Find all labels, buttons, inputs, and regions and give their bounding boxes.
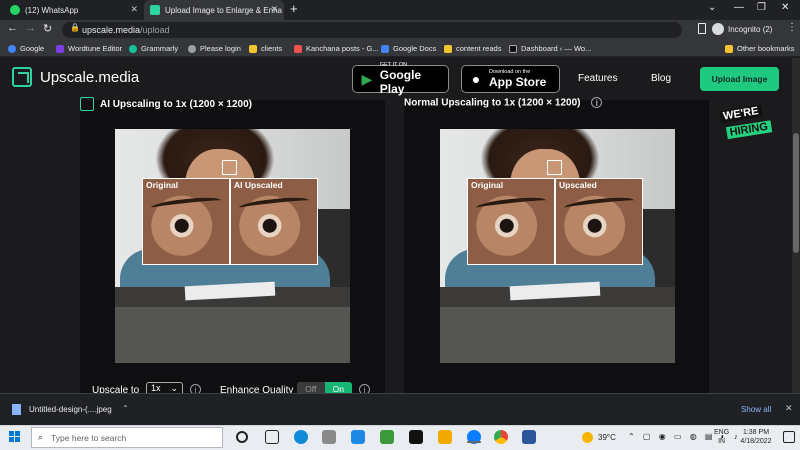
show-all-button[interactable]: Show all bbox=[741, 405, 771, 414]
restore-icon[interactable]: ❐ bbox=[757, 2, 766, 13]
bookmark-google-docs[interactable]: Google Docs bbox=[381, 44, 436, 53]
task-view-icon[interactable] bbox=[265, 430, 279, 444]
google-play-button[interactable]: ▶ GET IT ON Google Play bbox=[352, 62, 449, 96]
close-window-icon[interactable]: ✕ bbox=[781, 2, 789, 13]
dashboard-icon bbox=[509, 44, 517, 53]
back-icon[interactable]: ← bbox=[7, 22, 18, 34]
tab-upscale[interactable]: Upload Image to Enlarge & Enha ✕ bbox=[144, 0, 284, 20]
ai-badge-icon bbox=[80, 97, 94, 111]
folder-icon bbox=[725, 44, 733, 53]
hiring-badge[interactable]: WE'RE HIRING bbox=[715, 101, 779, 152]
docs-icon bbox=[381, 44, 389, 53]
crop-label: AI Upscaled bbox=[234, 180, 283, 190]
whatsapp-icon bbox=[10, 5, 20, 15]
google-play-icon: ▶ bbox=[361, 70, 373, 87]
ai-upscaled-crop: AI Upscaled bbox=[230, 178, 318, 265]
bookmark-google[interactable]: Google bbox=[8, 44, 44, 53]
notion-icon[interactable] bbox=[409, 430, 423, 444]
close-tab-icon[interactable]: ✕ bbox=[270, 4, 278, 15]
download-bar bbox=[0, 393, 800, 425]
app-store-button[interactable]: ● Download on the App Store bbox=[461, 65, 560, 93]
upscale-favicon-icon bbox=[150, 5, 160, 15]
tab-label: Upload Image to Enlarge & Enha bbox=[165, 5, 282, 15]
tab-search-icon[interactable]: ⌄ bbox=[708, 2, 716, 13]
bookmark-please-login[interactable]: Please login bbox=[188, 44, 241, 53]
chevron-up-icon[interactable]: ⌃ bbox=[122, 404, 129, 413]
taskbar-search[interactable]: ⌕ Type here to search bbox=[31, 427, 223, 448]
cortana-icon[interactable] bbox=[236, 431, 248, 443]
language-indicator[interactable]: ENG IN bbox=[714, 428, 729, 446]
running-indicator bbox=[467, 441, 481, 443]
folder-icon bbox=[444, 44, 452, 53]
app-icon[interactable] bbox=[380, 430, 394, 444]
upscale-logo-icon[interactable] bbox=[12, 67, 32, 87]
weather-widget[interactable]: 39°C bbox=[582, 432, 616, 443]
incognito-icon bbox=[712, 23, 724, 35]
incognito-indicator[interactable]: Incognito (2) bbox=[712, 23, 772, 35]
crop-label: Original bbox=[146, 180, 179, 190]
edge-icon[interactable] bbox=[294, 430, 308, 444]
incognito-label: Incognito (2) bbox=[728, 24, 773, 34]
forward-icon[interactable]: → bbox=[25, 22, 36, 34]
wordtune-icon bbox=[56, 44, 64, 53]
tab-label: (12) WhatsApp bbox=[25, 5, 79, 15]
upload-image-button[interactable]: Upload Image bbox=[700, 67, 779, 91]
normal-upscaling-title: Normal Upscaling to 1x (1200 × 1200) i bbox=[404, 97, 603, 109]
url-text[interactable]: upscale.media/upload bbox=[82, 25, 170, 35]
hiring-line-2: HIRING bbox=[725, 120, 772, 140]
lock-icon[interactable]: 🔒 bbox=[70, 23, 80, 32]
apple-icon: ● bbox=[471, 71, 481, 87]
file-icon bbox=[294, 44, 302, 53]
original-crop: Original bbox=[142, 178, 230, 265]
explorer-icon[interactable] bbox=[438, 430, 452, 444]
bookmark-clients[interactable]: clients bbox=[249, 44, 282, 53]
crop-label: Original bbox=[471, 180, 504, 190]
zoom-region-box[interactable] bbox=[547, 160, 562, 175]
store-icon[interactable] bbox=[322, 430, 336, 444]
other-bookmarks[interactable]: Other bookmarks bbox=[725, 44, 795, 53]
notification-icon[interactable] bbox=[783, 431, 795, 443]
ai-upscaling-title: AI Upscaling to 1x (1200 × 1200) bbox=[80, 97, 252, 111]
search-icon: ⌕ bbox=[38, 432, 44, 442]
site-logo[interactable]: Upscale.media bbox=[40, 69, 139, 86]
image-file-icon bbox=[12, 404, 21, 415]
grammarly-icon bbox=[129, 44, 137, 53]
google-icon bbox=[8, 44, 16, 53]
globe-icon bbox=[188, 44, 196, 53]
close-tab-icon[interactable]: ✕ bbox=[130, 4, 138, 15]
new-tab-button[interactable]: + bbox=[290, 1, 298, 16]
folder-icon bbox=[249, 44, 257, 53]
clock[interactable]: 1:38 PM 4/18/2022 bbox=[734, 428, 778, 446]
info-icon[interactable]: i bbox=[591, 97, 603, 108]
reload-icon[interactable]: ↻ bbox=[43, 22, 52, 35]
menu-icon[interactable]: ⋮ bbox=[787, 22, 797, 33]
word-icon[interactable] bbox=[522, 430, 536, 444]
sun-icon bbox=[582, 432, 593, 443]
close-icon[interactable]: ✕ bbox=[785, 403, 793, 414]
bookmark-kanchana-posts[interactable]: Kanchana posts - G... bbox=[294, 44, 379, 53]
bookmark-grammarly[interactable]: Grammarly bbox=[129, 44, 178, 53]
download-item[interactable]: Untitled-design-(....jpeg bbox=[12, 404, 112, 415]
bookmark-wordtune[interactable]: Wordtune Editor bbox=[56, 44, 122, 53]
windows-start-icon[interactable] bbox=[9, 431, 21, 443]
bookmark-content-reads[interactable]: content reads bbox=[444, 44, 501, 53]
minimize-icon[interactable]: — bbox=[734, 2, 744, 13]
tab-whatsapp[interactable]: (12) WhatsApp ✕ bbox=[4, 0, 144, 20]
side-panel-icon[interactable] bbox=[698, 23, 706, 34]
original-crop: Original bbox=[467, 178, 555, 265]
scrollbar-thumb[interactable] bbox=[793, 133, 799, 253]
chrome-icon[interactable] bbox=[494, 430, 508, 444]
hiring-line-1: WE'RE bbox=[719, 104, 763, 123]
upscaled-crop: Upscaled bbox=[555, 178, 643, 265]
bookmark-dashboard[interactable]: Dashboard ‹ — Wo... bbox=[509, 44, 591, 53]
crop-label: Upscaled bbox=[559, 180, 597, 190]
mail-icon[interactable] bbox=[351, 430, 365, 444]
nav-blog[interactable]: Blog bbox=[651, 73, 671, 84]
nav-features[interactable]: Features bbox=[578, 73, 617, 84]
page-scrollbar[interactable] bbox=[792, 58, 800, 393]
zoom-region-box[interactable] bbox=[222, 160, 237, 175]
